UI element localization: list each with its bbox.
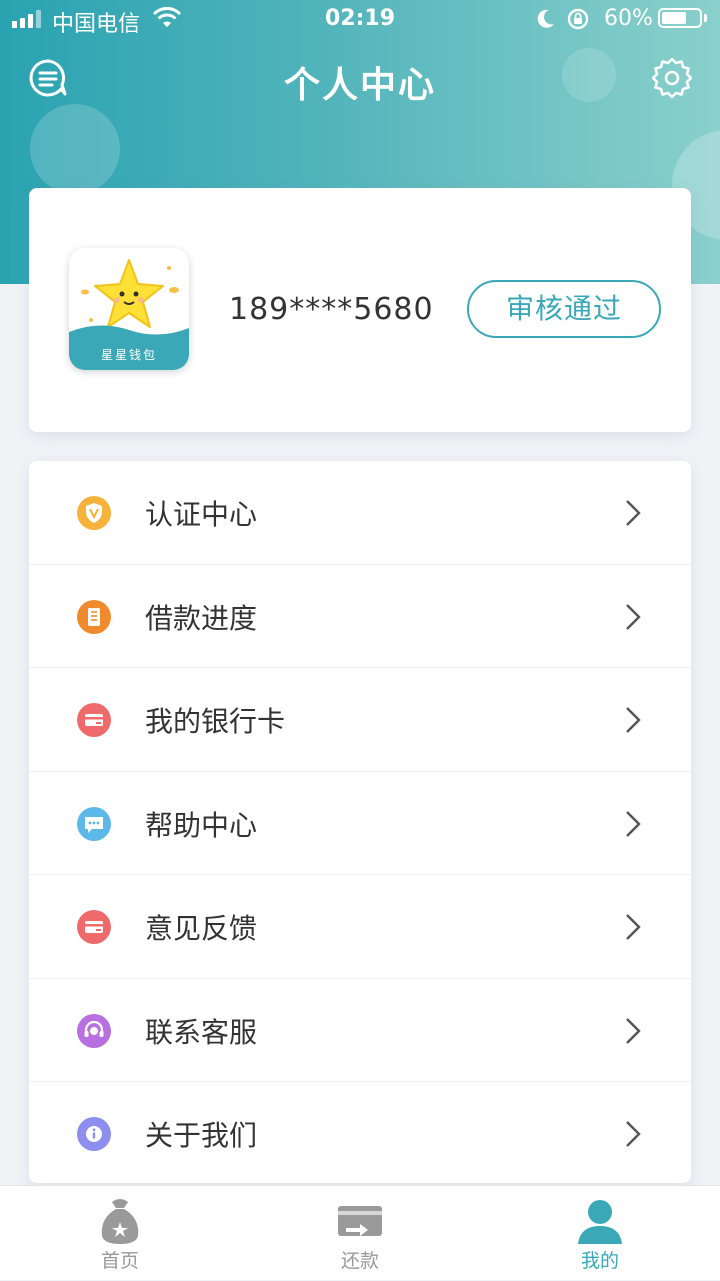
profile-card: 星星钱包 189****5680 审核通过 xyxy=(29,188,691,432)
money-bag-icon xyxy=(101,1199,139,1244)
info-icon xyxy=(77,1117,111,1151)
menu-list: 认证中心 借款进度 我的银行卡 帮助中心 意见反馈 联系客服 关于我们 xyxy=(29,461,691,1183)
menu-item-loan-progress[interactable]: 借款进度 xyxy=(29,565,691,668)
chevron-right-icon xyxy=(626,603,641,630)
user-icon xyxy=(578,1200,622,1244)
menu-item-label: 意见反馈 xyxy=(145,912,258,945)
menu-item-label: 联系客服 xyxy=(145,1015,258,1049)
tab-label: 我的 xyxy=(580,1250,619,1272)
shield-v-icon xyxy=(77,496,111,530)
chevron-right-icon xyxy=(626,914,641,940)
decorative-bubble xyxy=(30,104,120,194)
feedback-icon xyxy=(77,910,111,944)
menu-item-label: 认证中心 xyxy=(145,498,258,531)
logo-text: 星星钱包 xyxy=(69,340,189,370)
menu-item-customer-service[interactable]: 联系客服 xyxy=(29,979,691,1082)
card-transfer-icon xyxy=(338,1206,382,1236)
gear-icon[interactable] xyxy=(652,58,692,98)
phone-number: 189****5680 xyxy=(229,292,434,327)
menu-item-help-center[interactable]: 帮助中心 xyxy=(29,772,691,875)
chevron-right-icon xyxy=(626,1017,641,1044)
moon-icon xyxy=(537,9,554,28)
chevron-right-icon xyxy=(626,810,641,837)
menu-item-certification[interactable]: 认证中心 xyxy=(29,461,691,565)
chevron-right-icon xyxy=(626,707,641,733)
progress-icon xyxy=(77,599,111,634)
tab-label: 还款 xyxy=(340,1250,379,1272)
bank-card-icon xyxy=(77,703,111,737)
battery-percent: 60% xyxy=(604,6,653,31)
menu-item-label: 关于我们 xyxy=(145,1119,258,1152)
page-title: 个人中心 xyxy=(283,65,436,106)
status-bar: 中国电信 02:19 60% xyxy=(0,0,720,40)
menu-item-label: 我的银行卡 xyxy=(145,705,286,738)
menu-item-about-us[interactable]: 关于我们 xyxy=(29,1082,691,1183)
tab-bar: 首页 还款 我的 xyxy=(0,1185,720,1280)
tab-repay[interactable]: 还款 xyxy=(240,1186,480,1281)
rotation-lock-icon xyxy=(567,8,589,30)
chevron-right-icon xyxy=(626,1121,641,1147)
menu-item-label: 帮助中心 xyxy=(145,808,258,842)
chevron-right-icon xyxy=(626,500,641,526)
tab-label: 首页 xyxy=(100,1250,139,1272)
star-mascot-icon xyxy=(69,259,189,340)
tab-home[interactable]: 首页 xyxy=(0,1186,240,1281)
chat-icon xyxy=(77,806,111,841)
menu-item-bank-card[interactable]: 我的银行卡 xyxy=(29,668,691,772)
menu-item-label: 借款进度 xyxy=(145,601,258,635)
menu-item-feedback[interactable]: 意见反馈 xyxy=(29,875,691,979)
battery-icon xyxy=(658,8,702,28)
app-logo: 星星钱包 xyxy=(69,248,189,370)
tab-mine[interactable]: 我的 xyxy=(480,1186,720,1281)
review-status-button[interactable]: 审核通过 xyxy=(467,280,661,338)
headset-icon xyxy=(77,1013,111,1048)
